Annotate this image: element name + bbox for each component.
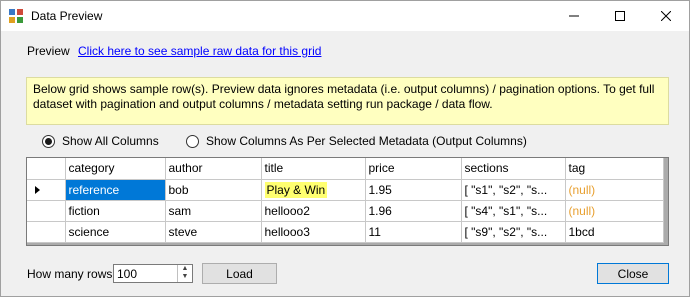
close-window-button[interactable] — [643, 1, 689, 31]
grid-cell[interactable]: 1bcd — [565, 221, 664, 243]
grid-cell[interactable]: sam — [165, 200, 262, 222]
grid-cell[interactable]: fiction — [65, 200, 166, 222]
data-preview-window: Data Preview Preview Click here to see s… — [0, 0, 690, 297]
raw-data-link[interactable]: Click here to see sample raw data for th… — [78, 44, 321, 58]
grid-cell[interactable]: 1.95 — [365, 179, 462, 201]
column-header-sections[interactable]: sections — [461, 158, 566, 180]
grid-cell[interactable]: bob — [165, 179, 262, 201]
grid-cell[interactable]: 11 — [365, 221, 462, 243]
close-icon — [661, 11, 671, 21]
app-icon — [9, 9, 23, 23]
row-header[interactable] — [27, 200, 66, 222]
grid-cell[interactable]: Play & Win — [261, 179, 366, 201]
rows-count-label: How many rows — [27, 267, 113, 281]
grid-cell[interactable]: [ "s9", "s2", "s... — [461, 221, 566, 243]
column-header-category[interactable]: category — [65, 158, 166, 180]
radio-unchecked-icon[interactable] — [186, 134, 199, 148]
grid-cell[interactable]: hellooo2 — [261, 200, 366, 222]
table-row[interactable]: science steve hellooo3 11 [ "s9", "s2", … — [27, 221, 664, 243]
rows-count-stepper[interactable]: 100 ▲ ▼ — [113, 264, 193, 283]
row-header[interactable] — [27, 179, 66, 201]
table-row[interactable]: fiction sam hellooo2 1.96 [ "s4", "s1", … — [27, 200, 664, 222]
column-header-title[interactable]: title — [261, 158, 366, 180]
grid-cell[interactable]: [ "s4", "s1", "s... — [461, 200, 566, 222]
table-row[interactable]: reference bob Play & Win 1.95 [ "s1", "s… — [27, 179, 664, 201]
highlighted-cell-text: Play & Win — [264, 181, 328, 198]
preview-label: Preview — [27, 44, 70, 58]
grid-header-row: category author title price sections tag — [27, 158, 664, 180]
show-selected-columns-label: Show Columns As Per Selected Metadata (O… — [206, 134, 527, 148]
grid-cell[interactable]: reference — [65, 179, 166, 201]
column-header-price[interactable]: price — [365, 158, 462, 180]
show-all-columns-option[interactable]: Show All Columns — [42, 134, 159, 148]
spin-buttons[interactable]: ▲ ▼ — [177, 265, 192, 282]
column-header-author[interactable]: author — [165, 158, 262, 180]
minimize-icon — [569, 15, 579, 17]
data-grid[interactable]: category author title price sections tag… — [26, 157, 669, 246]
row-header[interactable] — [27, 221, 66, 243]
current-row-arrow-icon — [35, 185, 40, 194]
maximize-icon — [615, 11, 625, 21]
radio-checked-icon[interactable] — [42, 134, 55, 148]
info-message: Below grid shows sample row(s). Preview … — [26, 77, 669, 125]
close-button[interactable]: Close — [597, 263, 669, 284]
spin-down-icon[interactable]: ▼ — [178, 273, 192, 281]
spin-up-icon[interactable]: ▲ — [178, 265, 192, 273]
title-bar: Data Preview — [1, 1, 689, 31]
grid-cell[interactable]: (null) — [565, 179, 664, 201]
column-header-tag[interactable]: tag — [565, 158, 664, 180]
grid-corner[interactable] — [27, 158, 66, 180]
maximize-button[interactable] — [597, 1, 643, 31]
load-button[interactable]: Load — [202, 263, 277, 284]
grid-cell[interactable]: hellooo3 — [261, 221, 366, 243]
minimize-button[interactable] — [551, 1, 597, 31]
rows-count-value[interactable]: 100 — [117, 267, 137, 281]
window-title: Data Preview — [31, 9, 103, 23]
show-selected-columns-option[interactable]: Show Columns As Per Selected Metadata (O… — [186, 134, 527, 148]
grid-cell[interactable]: 1.96 — [365, 200, 462, 222]
grid-cell[interactable]: steve — [165, 221, 262, 243]
grid-cell[interactable]: (null) — [565, 200, 664, 222]
grid-cell[interactable]: [ "s1", "s2", "s... — [461, 179, 566, 201]
grid-cell[interactable]: science — [65, 221, 166, 243]
show-all-columns-label: Show All Columns — [62, 134, 159, 148]
